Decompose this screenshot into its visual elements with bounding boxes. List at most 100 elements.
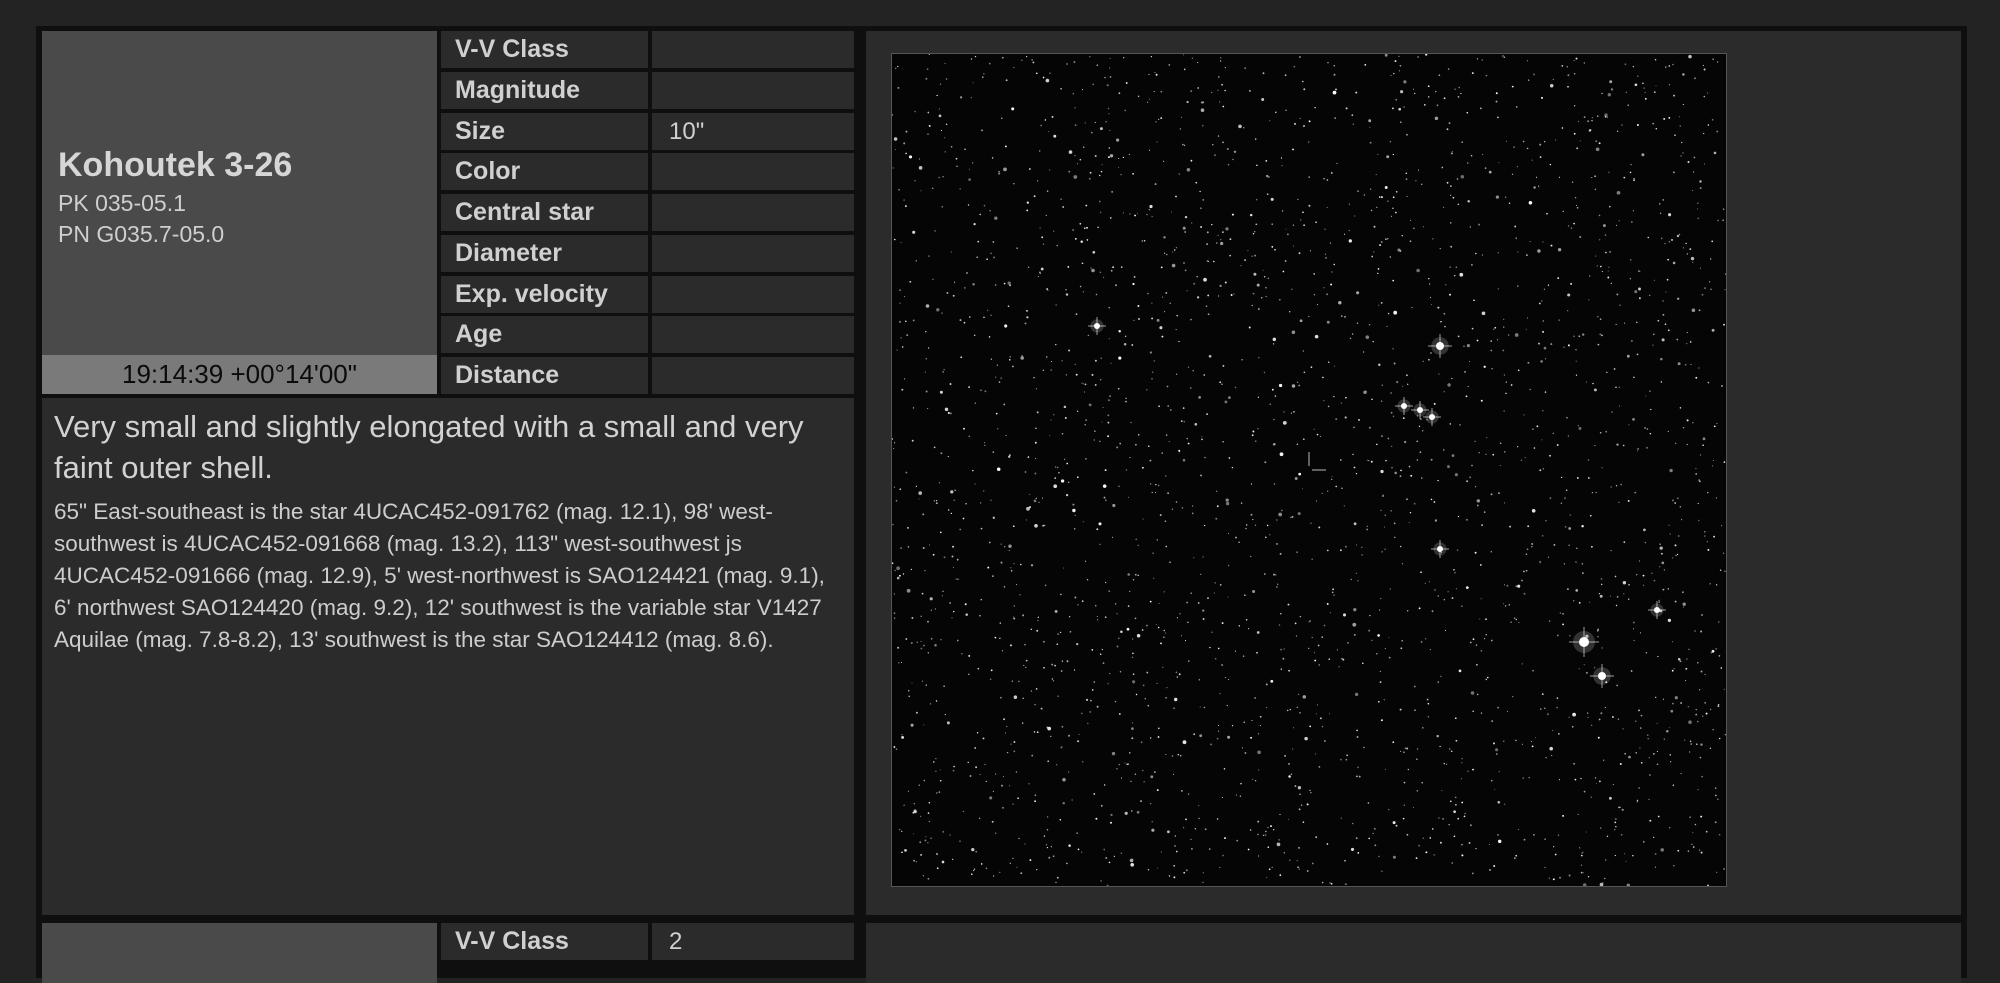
star <box>1686 443 1688 446</box>
star <box>1030 690 1033 692</box>
star <box>1004 145 1007 148</box>
star <box>1400 469 1402 472</box>
star <box>895 748 898 750</box>
star <box>1034 441 1037 444</box>
star <box>1176 676 1179 678</box>
star <box>1167 405 1170 407</box>
star <box>1588 299 1590 301</box>
star <box>901 735 905 739</box>
star <box>1638 287 1641 291</box>
star <box>1180 420 1183 422</box>
star <box>1112 266 1115 269</box>
star <box>1169 302 1171 305</box>
property-value <box>652 316 854 353</box>
star <box>1186 100 1189 104</box>
star <box>1393 310 1398 315</box>
star <box>1161 296 1164 298</box>
property-label: Central star <box>441 194 648 231</box>
star <box>901 851 903 854</box>
star <box>1148 208 1151 211</box>
star <box>1468 360 1471 363</box>
star <box>1008 550 1010 552</box>
star <box>1042 640 1045 643</box>
star <box>1630 163 1632 166</box>
star <box>1608 796 1612 800</box>
star <box>1688 720 1692 724</box>
object-coordinates: 19:14:39 +00°14'00" <box>42 355 437 394</box>
star <box>1380 469 1384 474</box>
star <box>1626 354 1630 358</box>
star <box>1443 391 1445 393</box>
star-field-image[interactable] <box>891 53 1727 887</box>
star <box>1413 685 1416 688</box>
star <box>1326 206 1328 208</box>
star <box>1597 115 1599 117</box>
star <box>1082 761 1084 763</box>
star <box>1629 171 1632 174</box>
star <box>1038 271 1041 274</box>
star <box>1703 95 1706 98</box>
star <box>1287 603 1290 606</box>
star <box>1443 97 1446 100</box>
star <box>918 166 923 170</box>
star <box>935 502 938 505</box>
star <box>1009 359 1011 361</box>
star <box>1181 507 1184 509</box>
star <box>1338 300 1342 305</box>
star <box>1331 591 1334 594</box>
star <box>1011 680 1013 682</box>
star <box>1675 442 1677 444</box>
star <box>1633 179 1635 182</box>
star <box>1568 874 1571 877</box>
star <box>1125 82 1128 84</box>
star <box>1094 383 1097 386</box>
star <box>892 167 894 169</box>
star <box>1614 829 1616 831</box>
star <box>1022 697 1024 699</box>
star <box>975 850 978 853</box>
star <box>1461 141 1463 143</box>
star <box>1450 194 1452 196</box>
star <box>1697 662 1699 664</box>
star <box>1481 254 1483 256</box>
star <box>1156 867 1158 869</box>
star <box>1289 708 1292 711</box>
star <box>1216 818 1219 820</box>
star <box>1603 759 1605 761</box>
star <box>1222 231 1224 234</box>
star <box>1639 727 1642 729</box>
star <box>1051 115 1054 118</box>
star <box>1340 315 1343 317</box>
star <box>908 155 913 159</box>
star <box>1388 656 1391 659</box>
star <box>955 578 957 580</box>
star <box>1151 302 1153 304</box>
star <box>1134 573 1137 576</box>
star <box>1341 657 1343 660</box>
star <box>1706 92 1708 94</box>
star <box>1333 395 1335 398</box>
star <box>1062 777 1066 782</box>
star <box>929 703 932 705</box>
star <box>1662 199 1665 201</box>
star <box>1043 666 1045 669</box>
star <box>1615 323 1617 325</box>
star <box>1510 621 1512 624</box>
star <box>1686 342 1688 345</box>
star <box>973 868 976 870</box>
star <box>1076 642 1079 646</box>
star <box>1445 284 1447 286</box>
star <box>1623 593 1625 595</box>
property-row: Distance <box>441 357 854 394</box>
star <box>1573 762 1575 765</box>
star <box>1402 817 1405 820</box>
star <box>1678 116 1680 118</box>
star <box>947 509 950 511</box>
star <box>1100 379 1102 381</box>
star <box>1697 502 1699 505</box>
star <box>1567 310 1569 312</box>
star <box>1326 179 1329 181</box>
star <box>1099 440 1101 443</box>
star <box>1367 802 1370 804</box>
star <box>1355 837 1358 840</box>
